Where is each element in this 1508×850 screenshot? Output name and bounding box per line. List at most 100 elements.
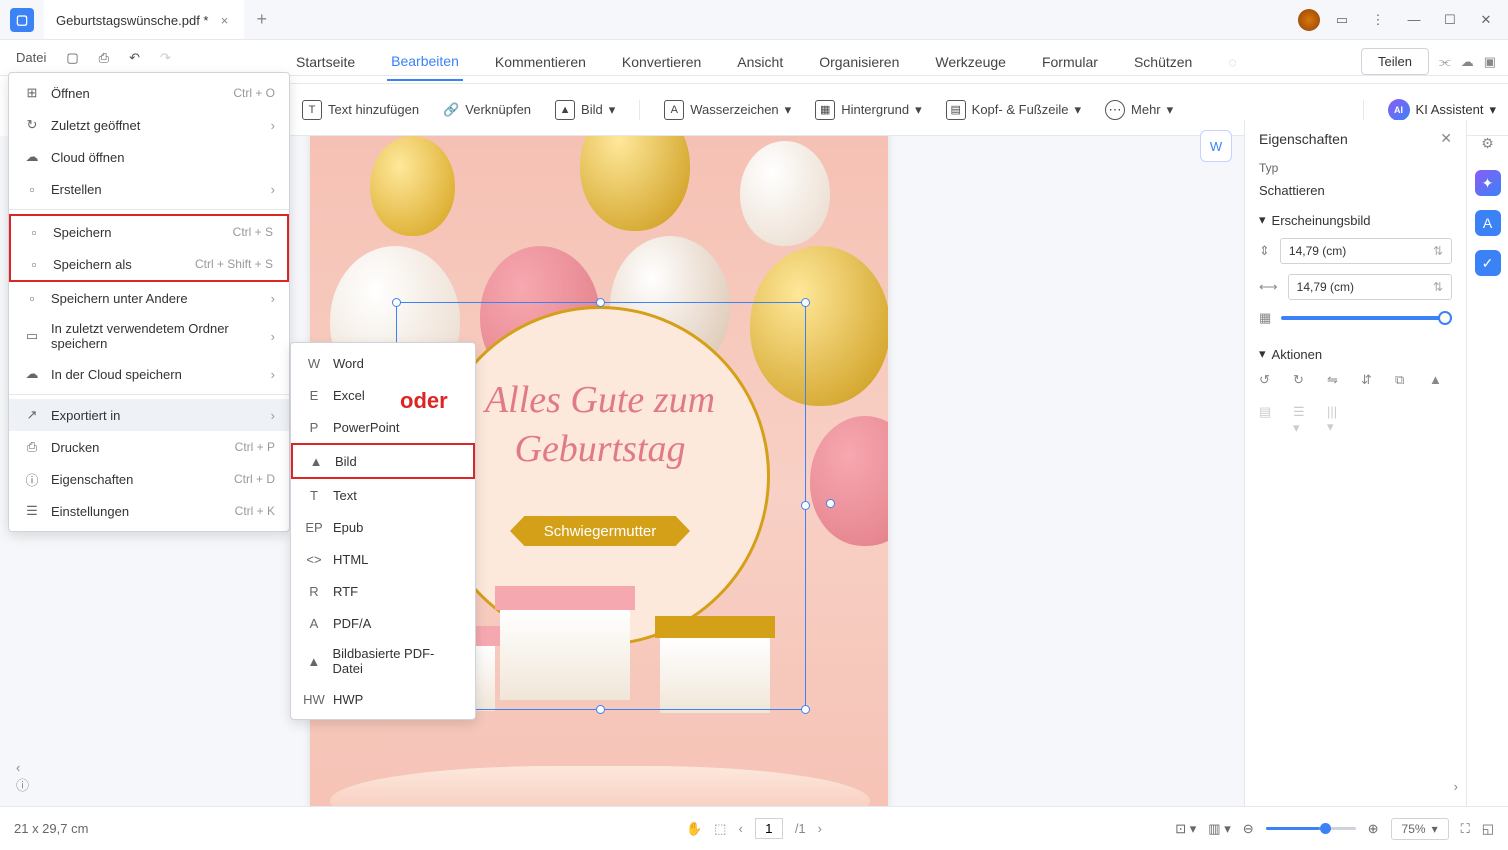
zoom-slider[interactable] [1266,827,1356,830]
rotate-left-icon[interactable]: ↺ [1259,372,1279,392]
opacity-slider[interactable] [1281,316,1452,320]
export-text[interactable]: TText [291,479,475,511]
export-pdfa[interactable]: APDF/A [291,607,475,639]
height-input[interactable]: 14,79 (cm)⇅ [1280,238,1452,264]
menu-save[interactable]: ▫SpeichernCtrl + S [11,216,287,248]
menu-cloud-open[interactable]: ☁Cloud öffnen [9,141,289,173]
hand-tool-icon[interactable]: ✋ [686,821,702,837]
undo-icon[interactable]: ↶ [121,46,148,70]
tab-organisieren[interactable]: Organisieren [815,44,903,80]
collapse-ribbon-icon[interactable]: ▣ [1484,54,1496,70]
resize-handle[interactable] [392,298,401,307]
back-icon[interactable]: ‹ [16,760,20,794]
file-menu-button[interactable]: Datei [8,46,54,69]
add-text-tool[interactable]: TText hinzufügen [302,100,419,120]
resize-handle[interactable] [596,705,605,714]
flip-h-icon[interactable]: ⇋ [1327,372,1347,392]
menu-save-as[interactable]: ▫Speichern alsCtrl + Shift + S [11,248,287,280]
page-number-input[interactable] [755,818,783,839]
tab-werkzeuge[interactable]: Werkzeuge [931,44,1010,80]
image-tool[interactable]: ▲Bild▾ [555,100,615,120]
header-footer-tool[interactable]: ▤Kopf- & Fußzeile▾ [946,100,1081,120]
fullscreen-icon[interactable]: ⛶ [1461,821,1470,837]
resize-handle[interactable] [596,298,605,307]
zoom-dropdown[interactable]: 75%▾ [1391,818,1449,840]
export-rtf[interactable]: RRTF [291,575,475,607]
forward-icon[interactable]: › [1454,779,1458,794]
resize-handle[interactable] [801,705,810,714]
new-tab-button[interactable]: + [244,9,279,30]
tab-kommentieren[interactable]: Kommentieren [491,44,590,80]
zoom-thumb[interactable] [1320,823,1331,834]
menu-properties[interactable]: ⓘEigenschaftenCtrl + D [9,463,289,495]
close-panel-icon[interactable]: ✕ [1440,130,1452,147]
cloud-upload-icon[interactable]: ☁ [1461,54,1474,70]
next-page-icon[interactable]: › [818,821,822,836]
tab-startseite[interactable]: Startseite [292,44,359,80]
chevron-down-icon[interactable]: ▾ [1259,212,1266,228]
minimize-icon[interactable]: — [1400,6,1428,34]
chevron-down-icon[interactable]: ▾ [1259,346,1266,362]
export-image-pdf[interactable]: ▲Bildbasierte PDF-Datei [291,639,475,683]
close-tab-icon[interactable]: × [216,13,232,29]
export-html[interactable]: <>HTML [291,543,475,575]
export-hwp[interactable]: HWHWP [291,683,475,715]
open-icon[interactable]: ▢ [58,46,86,70]
crop-icon[interactable]: ⧉ [1395,372,1415,392]
more-tool[interactable]: ⋯Mehr▾ [1105,100,1173,120]
watermark-tool[interactable]: AWasserzeichen▾ [664,100,791,120]
menu-open[interactable]: ⊞ÖffnenCtrl + O [9,77,289,109]
export-word[interactable]: WWord [291,347,475,379]
zoom-out-icon[interactable]: ⊖ [1243,821,1254,837]
tab-schuetzen[interactable]: Schützen [1130,44,1196,80]
export-epub[interactable]: EPEpub [291,511,475,543]
share-icon[interactable]: ⫘ [1439,54,1451,70]
menu-save-other[interactable]: ▫Speichern unter Andere› [9,282,289,314]
width-input[interactable]: 14,79 (cm)⇅ [1288,274,1452,300]
tab-formular[interactable]: Formular [1038,44,1102,80]
menu-save-cloud[interactable]: ☁In der Cloud speichern› [9,358,289,390]
kebab-menu-icon[interactable]: ⋮ [1364,6,1392,34]
print-icon[interactable]: ⎙ [91,46,117,70]
redo-icon[interactable]: ↷ [152,46,179,70]
tab-ansicht[interactable]: Ansicht [733,44,787,80]
notification-icon[interactable]: ▭ [1328,6,1356,34]
rotate-handle[interactable] [826,499,835,508]
word-badge-icon[interactable]: W [1200,130,1232,162]
menu-settings[interactable]: ☰EinstellungenCtrl + K [9,495,289,527]
share-button[interactable]: Teilen [1361,48,1429,75]
stepper-icon[interactable]: ⇅ [1433,280,1443,294]
resize-handle[interactable] [801,298,810,307]
rotate-right-icon[interactable]: ↻ [1293,372,1313,392]
replace-icon[interactable]: ▲ [1429,372,1449,392]
background-tool[interactable]: ▦Hintergrund▾ [815,100,921,120]
ai-rail-icon[interactable]: ✦ [1475,170,1501,196]
settings-rail-icon[interactable]: ⚙ [1475,130,1501,156]
user-avatar[interactable] [1298,9,1320,31]
menu-print[interactable]: ⎙DruckenCtrl + P [9,431,289,463]
ai-assistant-tool[interactable]: AIKI Assistent▾ [1388,99,1496,121]
menu-recent[interactable]: ↻Zuletzt geöffnet› [9,109,289,141]
close-window-icon[interactable]: ✕ [1472,6,1500,34]
fit-icon[interactable]: ◱ [1482,821,1494,837]
stepper-icon[interactable]: ⇅ [1433,244,1443,258]
resize-handle[interactable] [801,501,810,510]
flip-v-icon[interactable]: ⇵ [1361,372,1381,392]
tab-konvertieren[interactable]: Konvertieren [618,44,705,80]
tab-bearbeiten[interactable]: Bearbeiten [387,43,463,81]
view-mode-icon[interactable]: ⊡ ▾ [1175,821,1196,837]
export-image[interactable]: ▲Bild [291,443,475,479]
check-rail-icon[interactable]: ✓ [1475,250,1501,276]
slider-thumb[interactable] [1438,311,1452,325]
link-tool[interactable]: 🔗Verknüpfen [443,102,531,118]
maximize-icon[interactable]: ☐ [1436,6,1464,34]
menu-export[interactable]: ↗Exportiert in› [9,399,289,431]
translate-rail-icon[interactable]: A [1475,210,1501,236]
document-tab[interactable]: Geburtstagswünsche.pdf * × [44,0,244,39]
select-tool-icon[interactable]: ⬚ [714,821,726,837]
zoom-in-icon[interactable]: ⊕ [1368,821,1379,837]
lightbulb-icon[interactable]: ◌ [1224,44,1240,80]
prev-page-icon[interactable]: ‹ [738,821,742,836]
read-mode-icon[interactable]: ▥ ▾ [1208,821,1230,837]
export-powerpoint[interactable]: PPowerPoint [291,411,475,443]
